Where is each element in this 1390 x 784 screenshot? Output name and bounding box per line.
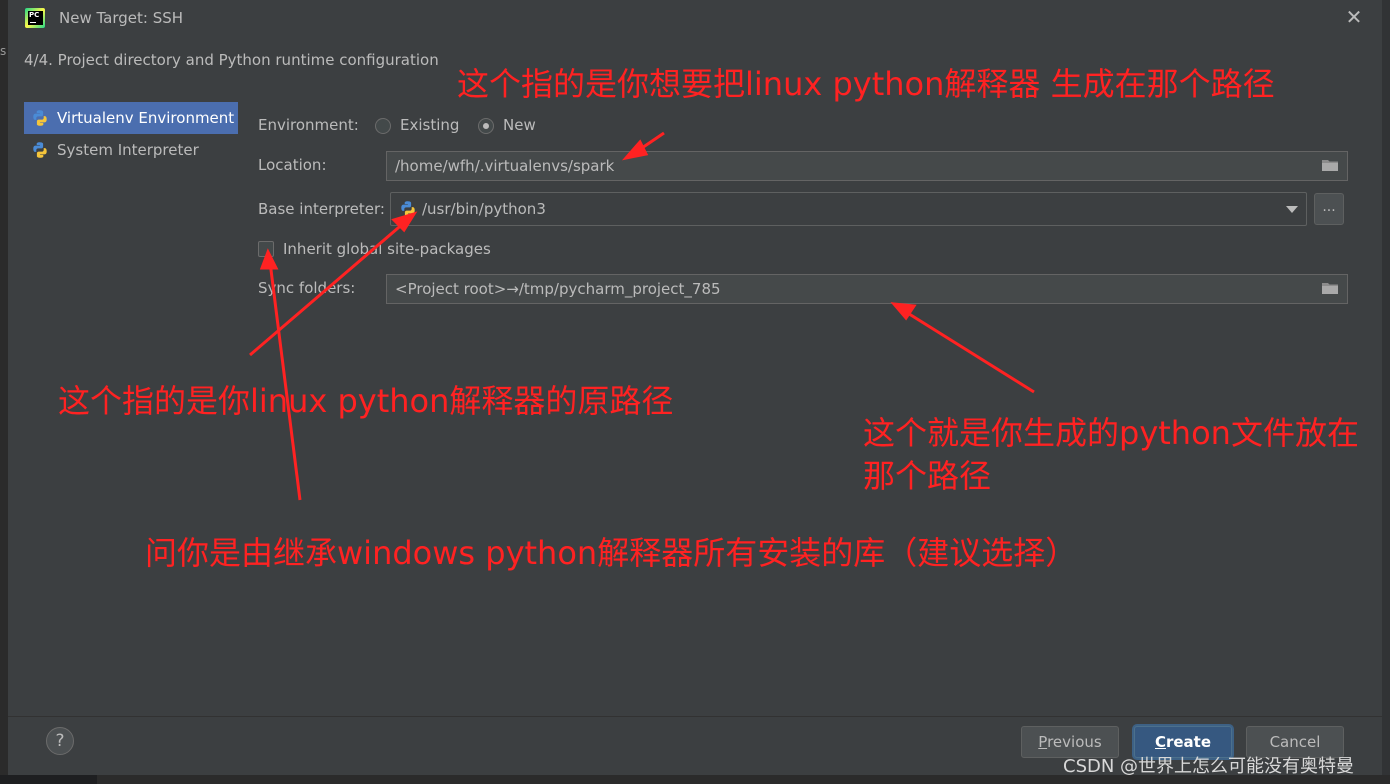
sidebar-item-label: System Interpreter (57, 141, 199, 159)
background-window-edge (0, 0, 8, 784)
new-radio-label[interactable]: New (503, 116, 536, 134)
location-value: /home/wfh/.virtualenvs/spark (395, 157, 615, 175)
sync-folders-label: Sync folders: (258, 279, 356, 297)
inherit-label[interactable]: Inherit global site-packages (283, 240, 491, 258)
location-field[interactable]: /home/wfh/.virtualenvs/spark (386, 151, 1348, 181)
sync-folders-value: <Project root>→/tmp/pycharm_project_785 (395, 280, 721, 298)
arrow-to-location (635, 131, 665, 154)
new-radio[interactable] (478, 118, 494, 134)
base-interpreter-value: /usr/bin/python3 (422, 200, 546, 218)
base-interpreter-dropdown[interactable]: /usr/bin/python3 (390, 192, 1307, 226)
base-interpreter-label: Base interpreter: (258, 200, 385, 218)
existing-radio[interactable] (375, 118, 391, 134)
create-mnemonic: C (1154, 733, 1166, 751)
python-icon (33, 142, 47, 158)
sync-folders-field[interactable]: <Project root>→/tmp/pycharm_project_785 (386, 274, 1348, 304)
environment-label: Environment: (258, 116, 359, 134)
close-button[interactable]: ✕ (1343, 6, 1365, 28)
background-window-right-edge (1382, 0, 1390, 784)
dialog-titlebar: PC New Target: SSH ✕ (8, 0, 1382, 40)
previous-label: revious (1047, 733, 1102, 751)
create-label: reate (1165, 733, 1212, 751)
existing-radio-label[interactable]: Existing (400, 116, 459, 134)
background-window-glyph: s (0, 44, 7, 58)
arrow-head (890, 302, 917, 321)
folder-icon[interactable] (1321, 158, 1339, 172)
chevron-down-icon (1286, 206, 1298, 213)
python-icon (401, 201, 415, 217)
inherit-checkbox[interactable] (258, 241, 274, 257)
footer-separator (8, 716, 1382, 717)
annotation-sync-note-line1: 这个就是你生成的python文件放在 (863, 414, 1359, 452)
previous-mnemonic: P (1038, 733, 1048, 751)
sidebar-item-virtualenv[interactable]: Virtualenv Environment (24, 102, 238, 134)
annotation-interpreter-note: 这个指的是你linux python解释器的原路径 (58, 382, 674, 420)
annotation-location-note: 这个指的是你想要把linux python解释器 生成在那个路径 (457, 65, 1275, 103)
pycharm-logo-icon: PC (25, 8, 45, 28)
annotation-sync-note-line2: 那个路径 (863, 457, 992, 495)
browse-interpreter-button[interactable]: ... (1314, 193, 1344, 225)
step-header: 4/4. Project directory and Python runtim… (24, 51, 439, 69)
window-title: New Target: SSH (59, 9, 184, 27)
arrow-to-sync (905, 310, 1035, 394)
annotation-inherit-note: 问你是由继承windows python解释器所有安装的库（建议选择） (145, 534, 1078, 572)
folder-icon[interactable] (1321, 281, 1339, 295)
sidebar-item-system-interpreter[interactable]: System Interpreter (24, 134, 238, 166)
python-icon (33, 110, 47, 126)
help-button[interactable]: ? (46, 727, 74, 755)
sidebar-item-label: Virtualenv Environment (57, 109, 235, 127)
csdn-watermark: CSDN @世界上怎么可能没有奥特曼 (1063, 756, 1355, 777)
location-label: Location: (258, 156, 327, 174)
